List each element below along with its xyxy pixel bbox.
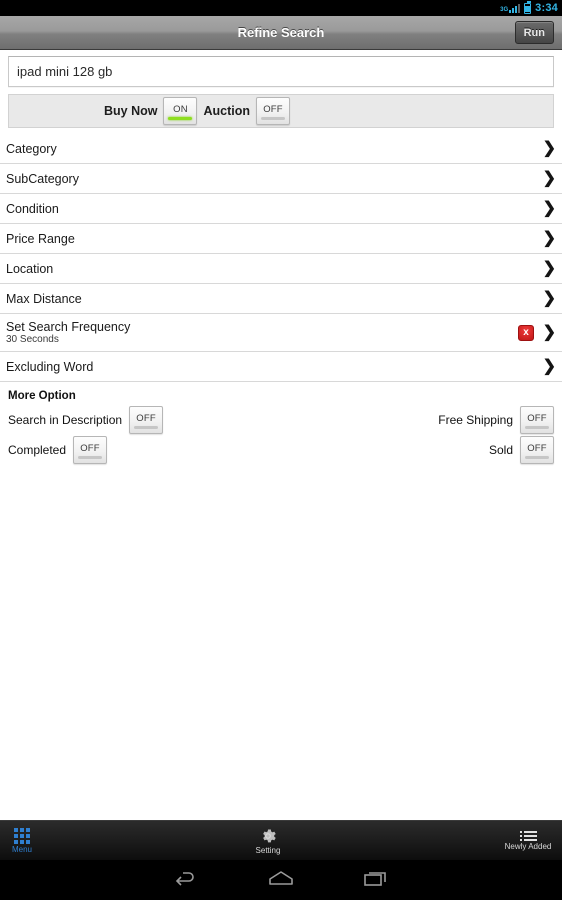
auction-toggle[interactable]: OFF <box>256 97 290 125</box>
close-icon[interactable]: x <box>518 324 534 341</box>
battery-icon <box>524 0 532 14</box>
buy-now-toggle-label: ON <box>173 103 188 115</box>
search-in-description-toggle-indicator <box>134 425 159 429</box>
more-option-section: More Option Search in Description OFF Fr… <box>0 382 562 464</box>
sold-group: Sold OFF <box>489 436 554 464</box>
refine-options-list: Category ❯ SubCategory ❯ Condition ❯ Pri… <box>0 134 562 382</box>
completed-group: Completed OFF <box>8 436 108 464</box>
search-in-description-group: Search in Description OFF <box>8 406 164 434</box>
more-option-row-1: Search in Description OFF Free Shipping … <box>8 406 554 434</box>
network-type-label: 3G <box>500 6 509 13</box>
buy-now-toggle-indicator <box>168 116 193 120</box>
completed-toggle-label: OFF <box>80 442 100 454</box>
row-title: Max Distance <box>6 291 82 306</box>
row-title: Set Search Frequency <box>6 320 131 334</box>
sold-toggle-indicator <box>525 455 549 459</box>
signal-icon: 3G <box>500 3 521 13</box>
chevron-right-icon: ❯ <box>542 323 556 341</box>
free-shipping-label: Free Shipping <box>438 413 513 427</box>
auction-toggle-label: OFF <box>263 103 283 115</box>
more-option-row-2: Completed OFF Sold OFF <box>8 436 554 464</box>
chevron-right-icon: ❯ <box>542 357 556 375</box>
row-title: Category <box>6 141 57 156</box>
more-option-heading: More Option <box>8 390 76 402</box>
bottom-tab-bar: Menu Setting Newly Added <box>0 820 562 860</box>
buy-now-toggle[interactable]: ON <box>163 97 198 125</box>
chevron-right-icon: ❯ <box>542 229 556 247</box>
sold-toggle[interactable]: OFF <box>520 436 554 464</box>
tab-menu[interactable]: Menu <box>4 827 40 854</box>
run-button[interactable]: Run <box>514 21 554 44</box>
sold-toggle-label: OFF <box>527 442 547 454</box>
status-bar-clock: 3:34 <box>535 2 558 14</box>
buy-now-label: Buy Now <box>103 104 158 118</box>
row-subtitle: 30 Seconds <box>6 334 59 345</box>
home-icon[interactable] <box>267 868 295 893</box>
sold-label: Sold <box>488 443 513 457</box>
signal-bars-icon <box>509 3 521 13</box>
search-input[interactable] <box>8 56 554 87</box>
tab-newly-added[interactable]: Newly Added <box>496 830 560 851</box>
row-title: Location <box>6 261 54 276</box>
tab-newly-added-label: Newly Added <box>504 841 552 851</box>
gear-icon <box>259 827 277 845</box>
search-field-container <box>0 50 562 87</box>
grid-icon <box>14 827 30 844</box>
status-bar: 3G 3:34 <box>0 0 562 16</box>
back-icon[interactable] <box>173 868 199 893</box>
refine-row-price-range[interactable]: Price Range ❯ <box>0 224 562 254</box>
refine-row-excluding-word[interactable]: Excluding Word ❯ <box>0 352 562 382</box>
chevron-right-icon: ❯ <box>542 169 556 187</box>
list-icon <box>519 830 537 841</box>
completed-label: Completed <box>8 443 67 457</box>
search-in-description-label: Search in Description <box>8 413 123 427</box>
chevron-right-icon: ❯ <box>542 289 556 307</box>
chevron-right-icon: ❯ <box>542 139 556 157</box>
free-shipping-toggle-label: OFF <box>527 412 547 424</box>
free-shipping-toggle-indicator <box>525 425 549 429</box>
refine-row-max-distance[interactable]: Max Distance ❯ <box>0 284 562 314</box>
row-title: Price Range <box>6 231 75 246</box>
refine-row-category[interactable]: Category ❯ <box>0 134 562 164</box>
page-title: Refine Search <box>237 25 325 40</box>
search-in-description-toggle-label: OFF <box>136 412 156 424</box>
refine-row-set-search-frequency[interactable]: Set Search Frequency 30 Seconds x ❯ <box>0 314 562 352</box>
tab-menu-label: Menu <box>11 844 32 854</box>
free-shipping-toggle[interactable]: OFF <box>520 406 554 434</box>
refine-row-location[interactable]: Location ❯ <box>0 254 562 284</box>
recents-icon[interactable] <box>363 868 389 893</box>
android-nav-bar <box>0 860 562 900</box>
auction-toggle-indicator <box>261 116 285 120</box>
tab-setting-label: Setting <box>255 845 281 855</box>
listing-type-bar: Buy Now ON Auction OFF <box>8 94 554 128</box>
row-title: Excluding Word <box>6 359 94 374</box>
search-in-description-toggle[interactable]: OFF <box>129 406 164 434</box>
row-title: SubCategory <box>6 171 79 186</box>
row-title: Condition <box>6 201 59 216</box>
refine-row-subcategory[interactable]: SubCategory ❯ <box>0 164 562 194</box>
chevron-right-icon: ❯ <box>542 199 556 217</box>
free-shipping-group: Free Shipping OFF <box>438 406 554 434</box>
tab-setting[interactable]: Setting <box>40 827 496 855</box>
completed-toggle[interactable]: OFF <box>73 436 108 464</box>
chevron-right-icon: ❯ <box>542 259 556 277</box>
auction-label: Auction <box>203 104 250 118</box>
title-bar: Refine Search Run <box>0 16 562 50</box>
refine-row-condition[interactable]: Condition ❯ <box>0 194 562 224</box>
completed-toggle-indicator <box>78 455 103 459</box>
